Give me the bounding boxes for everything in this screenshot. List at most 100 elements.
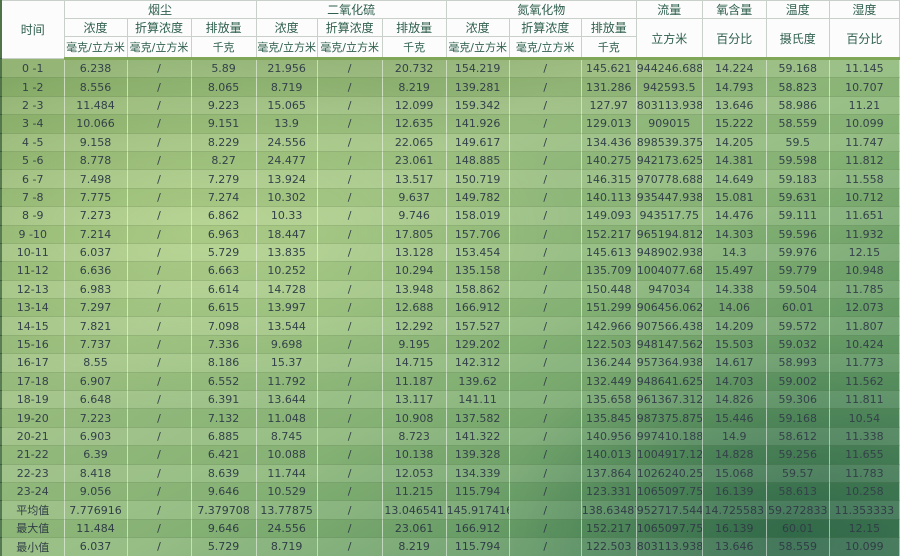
value-cell: 11.747 (829, 133, 899, 151)
value-cell: 9.746 (382, 207, 446, 225)
value-cell: / (317, 464, 382, 482)
value-cell: 59.168 (766, 409, 829, 427)
value-cell: / (317, 446, 382, 464)
table-row: 19-207.223/7.13211.048/10.908137.582/135… (1, 409, 900, 427)
value-cell: 14.338 (702, 280, 766, 298)
table-row: 6 -77.498/7.27913.924/13.517150.719/146.… (1, 170, 900, 188)
value-cell: 122.503 (581, 538, 636, 556)
value-cell: 987375.875 (636, 409, 702, 427)
value-cell: / (317, 133, 382, 151)
value-cell: 11.783 (829, 464, 899, 482)
value-cell: 59.57 (766, 464, 829, 482)
value-cell: 12.073 (829, 299, 899, 317)
value-cell: 5.89 (191, 59, 256, 78)
value-cell: 14.381 (702, 151, 766, 169)
value-cell: 153.454 (446, 243, 509, 261)
value-cell: / (509, 59, 581, 78)
value-cell: / (317, 354, 382, 372)
value-cell: 8.639 (191, 464, 256, 482)
value-cell: / (509, 243, 581, 261)
time-cell: 10-11 (1, 243, 64, 261)
unit-nox-emission: 千克 (581, 37, 636, 59)
value-cell: 14.793 (702, 78, 766, 96)
value-cell: 944246.688 (636, 59, 702, 78)
col-header-dust-emission: 排放量 (191, 19, 256, 37)
value-cell: 7.498 (64, 170, 127, 188)
value-cell: 9.056 (64, 482, 127, 500)
value-cell: / (509, 372, 581, 390)
value-cell: 10.712 (829, 188, 899, 206)
value-cell: 13.9 (256, 115, 317, 133)
value-cell: 803113.938 (636, 96, 702, 114)
value-cell: 11.484 (64, 96, 127, 114)
value-cell: 7.379708 (191, 501, 256, 519)
value-cell: / (127, 133, 191, 151)
value-cell: 10.099 (829, 115, 899, 133)
value-cell: 12.292 (382, 317, 446, 335)
value-cell: / (509, 280, 581, 298)
table-row: 15-167.737/7.3369.698/9.195129.202/122.5… (1, 335, 900, 353)
time-cell: 0 -1 (1, 59, 64, 78)
time-cell: 18-19 (1, 391, 64, 409)
value-cell: 7.274 (191, 188, 256, 206)
value-cell: / (127, 96, 191, 114)
value-cell: 9.195 (382, 335, 446, 353)
value-cell: 11.651 (829, 207, 899, 225)
value-cell: / (127, 501, 191, 519)
value-cell: 131.286 (581, 78, 636, 96)
value-cell: / (509, 78, 581, 96)
value-cell: / (509, 317, 581, 335)
summary-row: 平均值7.776916/7.37970813.77875/13.04654114… (1, 501, 900, 519)
time-cell: 22-23 (1, 464, 64, 482)
table-row: 10-116.037/5.72913.835/13.128153.454/145… (1, 243, 900, 261)
value-cell: 6.963 (191, 225, 256, 243)
value-cell: 140.113 (581, 188, 636, 206)
value-cell: 11.353333 (829, 501, 899, 519)
value-cell: 136.244 (581, 354, 636, 372)
value-cell: 11.562 (829, 372, 899, 390)
time-cell: 3 -4 (1, 115, 64, 133)
value-cell: 15.446 (702, 409, 766, 427)
time-cell: 1 -2 (1, 78, 64, 96)
value-cell: 6.907 (64, 372, 127, 390)
value-cell: / (127, 280, 191, 298)
value-cell: 6.238 (64, 59, 127, 78)
value-cell: / (127, 391, 191, 409)
time-cell: 7 -8 (1, 188, 64, 206)
value-cell: 11.145 (829, 59, 899, 78)
value-cell: 6.648 (64, 391, 127, 409)
value-cell: 59.504 (766, 280, 829, 298)
value-cell: 123.331 (581, 482, 636, 500)
value-cell: 13.644 (256, 391, 317, 409)
value-cell: 59.032 (766, 335, 829, 353)
value-cell: 58.559 (766, 538, 829, 556)
value-cell: 127.97 (581, 96, 636, 114)
value-cell: 9.151 (191, 115, 256, 133)
value-cell: 9.637 (382, 188, 446, 206)
unit-oxygen: 百分比 (702, 19, 766, 59)
value-cell: 15.222 (702, 115, 766, 133)
table-row: 3 -410.066/9.15113.9/12.635141.926/129.0… (1, 115, 900, 133)
value-cell: / (509, 262, 581, 280)
value-cell: 6.636 (64, 262, 127, 280)
value-cell: 139.62 (446, 372, 509, 390)
value-cell: 10.138 (382, 446, 446, 464)
value-cell: 1065097.75 (636, 482, 702, 500)
value-cell: / (509, 446, 581, 464)
time-cell: 16-17 (1, 354, 64, 372)
value-cell: 13.835 (256, 243, 317, 261)
value-cell: 140.013 (581, 446, 636, 464)
value-cell: 11.773 (829, 354, 899, 372)
value-cell: 6.037 (64, 538, 127, 556)
value-cell: 14.649 (702, 170, 766, 188)
value-cell: 16.139 (702, 519, 766, 537)
table-row: 9 -107.214/6.96318.447/17.805157.706/152… (1, 225, 900, 243)
time-cell: 12-13 (1, 280, 64, 298)
value-cell: 23.061 (382, 519, 446, 537)
value-cell: 11.932 (829, 225, 899, 243)
value-cell: 149.617 (446, 133, 509, 151)
value-cell: 11.812 (829, 151, 899, 169)
value-cell: 16.139 (702, 482, 766, 500)
value-cell: / (317, 335, 382, 353)
value-cell: 14.224 (702, 59, 766, 78)
